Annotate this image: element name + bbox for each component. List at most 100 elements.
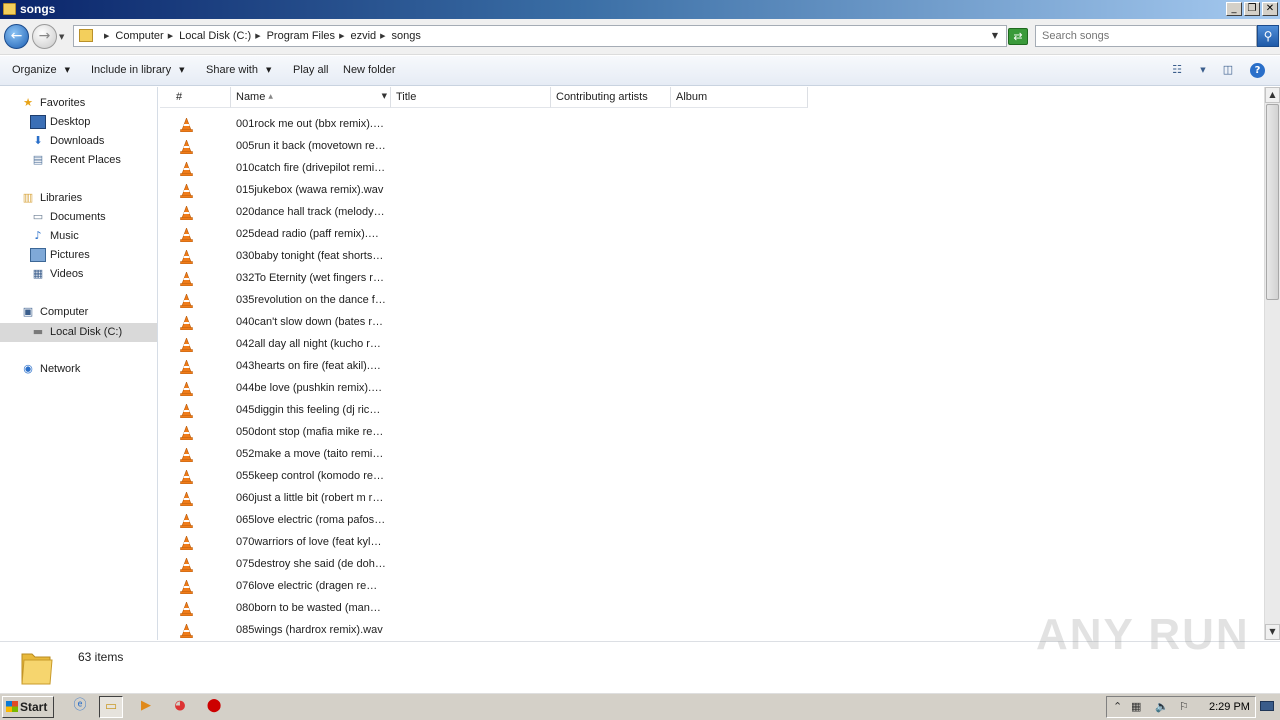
nav-computer[interactable]: ▣ Computer [20, 305, 89, 324]
column-filter-dropdown-icon[interactable]: ▼ [382, 92, 387, 100]
file-row[interactable]: 040can't slow down (bates remix).wav [160, 312, 1260, 334]
file-row[interactable]: 005run it back (movetown remix).wav [160, 136, 1260, 158]
breadcrumb-songs[interactable]: songs [392, 30, 421, 42]
address-dropdown-icon[interactable]: ▼ [992, 31, 998, 40]
file-name[interactable]: 042all day all night (kucho remix).wav [236, 338, 386, 350]
stop-sign-icon[interactable]: ⬤ [202, 696, 226, 718]
view-options-icon[interactable]: ☷ [1169, 63, 1185, 77]
organize-menu[interactable]: Organize ▼ [12, 64, 70, 76]
media-player-icon[interactable]: ▶ [134, 696, 158, 718]
file-row[interactable]: 015jukebox (wawa remix).wav [160, 180, 1260, 202]
file-name[interactable]: 055keep control (komodo remix).wav [236, 470, 386, 482]
breadcrumb-local-disk[interactable]: Local Disk (C:) [179, 30, 251, 42]
file-name[interactable]: 080born to be wasted (mandy remix).wav [236, 602, 386, 614]
network-status-icon[interactable]: ▦ [1131, 700, 1141, 713]
breadcrumb-ezvid[interactable]: ezvid [350, 30, 376, 42]
search-box[interactable] [1035, 25, 1257, 47]
file-name[interactable]: 076love electric (dragen remix).wav [236, 580, 386, 592]
clock[interactable]: 2:29 PM [1209, 701, 1250, 713]
file-name[interactable]: 052make a move (taito remix).wav [236, 448, 386, 460]
file-name[interactable]: 032To Eternity (wet fingers remix).wav [236, 272, 386, 284]
nav-network[interactable]: ◉ Network [20, 362, 80, 381]
nav-videos[interactable]: ▦ Videos [30, 267, 84, 286]
column-header-number[interactable]: # [160, 87, 231, 108]
nav-local-disk[interactable]: ▬ Local Disk (C:) [0, 323, 157, 342]
file-name[interactable]: 045diggin this feeling (dj rico remix).w… [236, 404, 386, 416]
file-row[interactable]: 030baby tonight (feat shortstop).wav [160, 246, 1260, 268]
file-row[interactable]: 043hearts on fire (feat akil).wav [160, 356, 1260, 378]
search-icon[interactable]: ⚲ [1257, 25, 1279, 47]
file-name[interactable]: 035revolution on the dance floor.wav [236, 294, 386, 306]
show-hidden-icons-icon[interactable]: ⌃ [1113, 700, 1122, 713]
file-row[interactable]: 060just a little bit (robert m remix).wa… [160, 488, 1260, 510]
file-name[interactable]: 060just a little bit (robert m remix).wa… [236, 492, 386, 504]
action-center-flag-icon[interactable]: ⚐ [1179, 700, 1189, 713]
back-button[interactable]: ← [4, 24, 29, 49]
minimize-button[interactable]: _ [1226, 2, 1242, 16]
file-row[interactable]: 045diggin this feeling (dj rico remix).w… [160, 400, 1260, 422]
nav-libraries[interactable]: ▥ Libraries [20, 191, 82, 210]
restore-button[interactable]: ❐ [1244, 2, 1260, 16]
preview-pane-icon[interactable]: ◫ [1220, 63, 1236, 77]
file-name[interactable]: 005run it back (movetown remix).wav [236, 140, 386, 152]
file-row[interactable]: 075destroy she said (de dohna remix).wav [160, 554, 1260, 576]
file-row[interactable]: 010catch fire (drivepilot remix).wav [160, 158, 1260, 180]
chevron-right-icon[interactable]: ▶ [104, 32, 109, 40]
file-row[interactable]: 044be love (pushkin remix).wav [160, 378, 1260, 400]
file-row[interactable]: 025dead radio (paff remix).wav [160, 224, 1260, 246]
file-name[interactable]: 065love electric (roma pafos remix).wav [236, 514, 386, 526]
nav-desktop[interactable]: Desktop [30, 115, 90, 134]
nav-music[interactable]: ♪ Music [30, 229, 78, 248]
help-icon[interactable]: ? [1250, 63, 1265, 78]
file-name[interactable]: 075destroy she said (de dohna remix).wav [236, 558, 386, 570]
internet-explorer-icon[interactable]: ⓔ [68, 696, 92, 718]
file-row[interactable]: 042all day all night (kucho remix).wav [160, 334, 1260, 356]
chevron-right-icon[interactable]: ▶ [255, 32, 260, 40]
nav-favorites[interactable]: ★ Favorites [20, 96, 85, 115]
file-row[interactable]: 076love electric (dragen remix).wav [160, 576, 1260, 598]
start-button[interactable]: Start [2, 696, 54, 718]
view-dropdown-icon[interactable]: ▼ [1195, 63, 1211, 77]
column-header-title[interactable]: Title [391, 87, 551, 108]
file-row[interactable]: 035revolution on the dance floor.wav [160, 290, 1260, 312]
breadcrumb-program-files[interactable]: Program Files [267, 30, 335, 42]
file-name[interactable]: 085wings (hardrox remix).wav [236, 624, 386, 636]
file-row[interactable]: 065love electric (roma pafos remix).wav [160, 510, 1260, 532]
chevron-right-icon[interactable]: ▶ [168, 32, 173, 40]
breadcrumb-computer[interactable]: Computer [115, 30, 163, 42]
file-row[interactable]: 070warriors of love (feat kyla).wav [160, 532, 1260, 554]
file-name[interactable]: 050dont stop (mafia mike remix).wav [236, 426, 386, 438]
nav-downloads[interactable]: ⬇ Downloads [30, 134, 104, 153]
column-header-name[interactable]: Name ▲ ▼ [231, 87, 391, 108]
share-with-menu[interactable]: Share with ▼ [206, 64, 271, 76]
file-name[interactable]: 070warriors of love (feat kyla).wav [236, 536, 386, 548]
search-input[interactable] [1042, 30, 1242, 42]
file-row[interactable]: 050dont stop (mafia mike remix).wav [160, 422, 1260, 444]
file-name[interactable]: 015jukebox (wawa remix).wav [236, 184, 386, 196]
nav-recent-places[interactable]: ▤ Recent Places [30, 153, 121, 172]
chrome-icon[interactable]: ◕ [168, 696, 192, 718]
recent-pages-dropdown[interactable]: ▼ [59, 33, 64, 41]
scroll-up-button[interactable]: ▲ [1265, 87, 1280, 103]
file-name[interactable]: 040can't slow down (bates remix).wav [236, 316, 386, 328]
scroll-thumb[interactable] [1266, 104, 1279, 300]
file-name[interactable]: 043hearts on fire (feat akil).wav [236, 360, 386, 372]
file-row[interactable]: 001rock me out (bbx remix).wav [160, 114, 1260, 136]
show-desktop-icon[interactable] [1260, 701, 1274, 711]
close-button[interactable]: ✕ [1262, 2, 1278, 16]
chevron-right-icon[interactable]: ▶ [339, 32, 344, 40]
file-row[interactable]: 055keep control (komodo remix).wav [160, 466, 1260, 488]
nav-pictures[interactable]: Pictures [30, 248, 90, 267]
column-header-album[interactable]: Album [671, 87, 808, 108]
new-folder-button[interactable]: New folder [343, 64, 396, 76]
forward-button[interactable]: → [32, 24, 57, 49]
nav-documents[interactable]: ▭ Documents [30, 210, 106, 229]
column-header-contributing-artists[interactable]: Contributing artists [551, 87, 671, 108]
file-name[interactable]: 010catch fire (drivepilot remix).wav [236, 162, 386, 174]
play-all-button[interactable]: Play all [293, 64, 328, 76]
explorer-taskbar-icon[interactable]: ▭ [99, 696, 123, 718]
volume-icon[interactable]: 🔈 [1155, 700, 1169, 713]
file-row[interactable]: 052make a move (taito remix).wav [160, 444, 1260, 466]
refresh-button[interactable]: ⇄ [1008, 28, 1028, 45]
file-row[interactable]: 020dance hall track (melody remix).wav [160, 202, 1260, 224]
